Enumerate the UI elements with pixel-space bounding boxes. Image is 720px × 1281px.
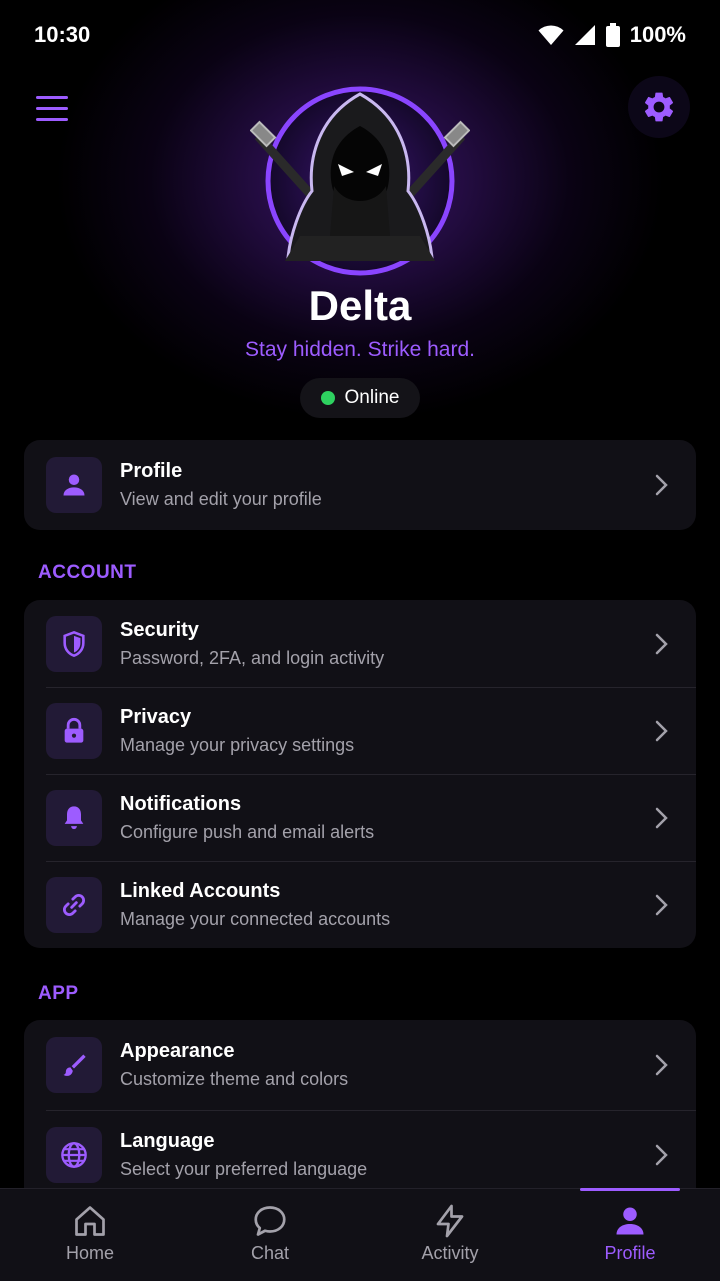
battery-icon	[605, 23, 620, 47]
home-icon	[75, 1206, 105, 1236]
icon-container	[46, 789, 102, 846]
shield-icon	[63, 630, 85, 657]
chevron-right-icon	[655, 1144, 668, 1166]
hooded-ninja-avatar	[250, 86, 470, 276]
item-title: Notifications	[120, 792, 242, 815]
section-label-account: ACCOUNT	[38, 562, 137, 583]
item-subtitle: Select your preferred language	[120, 1159, 368, 1179]
item-title: Linked Accounts	[120, 879, 281, 902]
link-icon	[63, 893, 85, 916]
icon-container	[46, 1037, 102, 1093]
settings-item-privacy[interactable]: Privacy Manage your privacy settings	[24, 687, 696, 774]
settings-item-linked-accounts[interactable]: Linked Accounts Manage your connected ac…	[24, 861, 696, 948]
settings-item-security[interactable]: Security Password, 2FA, and login activi…	[24, 600, 696, 687]
chevron-right-icon	[655, 1054, 668, 1076]
bottom-navigation: Home Chat Activity Profile	[0, 1188, 720, 1281]
nav-item-profile[interactable]: Profile	[540, 1188, 720, 1281]
nav-label: Chat	[250, 1243, 290, 1263]
signal-icon	[574, 25, 595, 45]
wifi-icon	[538, 25, 564, 45]
person-icon	[616, 1207, 644, 1235]
active-tab-indicator	[580, 1188, 680, 1191]
chevron-right-icon	[655, 720, 668, 741]
settings-item-notifications[interactable]: Notifications Configure push and email a…	[24, 774, 696, 861]
icon-container	[46, 702, 102, 759]
app-card: Appearance Customize theme and colors La…	[24, 1020, 696, 1188]
item-subtitle: Password, 2FA, and login activity	[120, 647, 385, 668]
item-title: Profile	[120, 460, 183, 482]
profile-name: Delta	[308, 282, 412, 329]
lightning-icon	[436, 1204, 464, 1238]
item-subtitle: Customize theme and colors	[120, 1069, 349, 1089]
item-title: Appearance	[120, 1040, 235, 1062]
nav-label: Activity	[421, 1243, 479, 1263]
settings-item-profile[interactable]: Profile View and edit your profile	[24, 440, 696, 530]
profile-tagline: Stay hidden. Strike hard.	[245, 338, 475, 361]
chevron-right-icon	[655, 807, 668, 828]
section-label-app: APP	[38, 983, 79, 1004]
settings-button[interactable]	[628, 76, 690, 138]
chevron-right-icon	[655, 474, 668, 496]
status-time: 10:30	[34, 22, 91, 47]
chevron-right-icon	[655, 633, 668, 654]
item-title: Security	[120, 618, 199, 641]
nav-item-activity[interactable]: Activity	[360, 1189, 540, 1281]
status-text: Online	[344, 387, 400, 408]
icon-container	[46, 457, 102, 513]
status-badge: Online	[300, 378, 420, 418]
globe-icon	[61, 1142, 87, 1168]
item-subtitle: Manage your connected accounts	[120, 908, 391, 929]
item-subtitle: Manage your privacy settings	[120, 734, 355, 755]
battery-percent: 100%	[629, 22, 686, 47]
status-bar: 10:30 100%	[0, 0, 720, 70]
profile-card: Profile View and edit your profile	[24, 440, 696, 530]
nav-item-chat[interactable]: Chat	[180, 1189, 360, 1281]
settings-item-language[interactable]: Language Select your preferred language	[24, 1110, 696, 1188]
nav-label: Profile	[604, 1243, 656, 1263]
nav-label: Home	[65, 1243, 114, 1263]
icon-container	[46, 615, 102, 672]
chevron-right-icon	[655, 894, 668, 915]
online-dot-icon	[320, 391, 335, 405]
settings-item-appearance[interactable]: Appearance Customize theme and colors	[24, 1020, 696, 1110]
chat-bubble-icon	[254, 1206, 286, 1236]
bell-icon	[64, 805, 84, 829]
lock-icon	[64, 717, 84, 743]
item-title: Privacy	[120, 705, 192, 728]
icon-container	[46, 1127, 102, 1183]
status-indicators: 100%	[538, 22, 686, 48]
icon-container	[46, 876, 102, 933]
brush-icon	[63, 1054, 86, 1076]
person-icon	[63, 474, 85, 496]
account-card: Security Password, 2FA, and login activi…	[24, 600, 696, 948]
item-subtitle: View and edit your profile	[120, 489, 322, 509]
item-title: Language	[120, 1130, 215, 1152]
item-subtitle: Configure push and email alerts	[120, 821, 375, 842]
hamburger-menu-icon[interactable]	[36, 88, 82, 128]
nav-item-home[interactable]: Home	[0, 1189, 180, 1281]
gear-icon	[644, 92, 674, 122]
